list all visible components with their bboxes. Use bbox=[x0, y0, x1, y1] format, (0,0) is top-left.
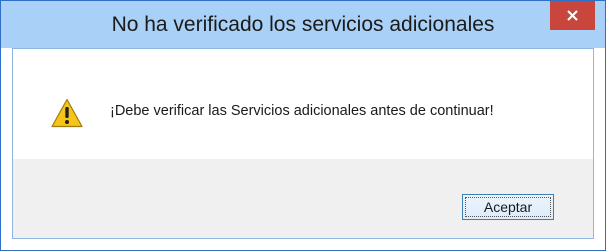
close-button[interactable] bbox=[550, 1, 595, 30]
close-icon bbox=[567, 10, 578, 21]
message-dialog: No ha verificado los servicios adicional… bbox=[0, 0, 606, 251]
warning-icon bbox=[51, 98, 83, 128]
title-bar[interactable]: No ha verificado los servicios adicional… bbox=[1, 1, 605, 48]
dialog-message: ¡Debe verificar las Servicios adicionale… bbox=[110, 103, 494, 119]
message-area: ¡Debe verificar las Servicios adicionale… bbox=[13, 49, 593, 159]
ok-button[interactable]: Aceptar bbox=[462, 194, 554, 220]
button-bar: Aceptar bbox=[13, 159, 593, 238]
dialog-body: ¡Debe verificar las Servicios adicionale… bbox=[12, 48, 594, 239]
dialog-title: No ha verificado los servicios adicional… bbox=[111, 13, 495, 36]
